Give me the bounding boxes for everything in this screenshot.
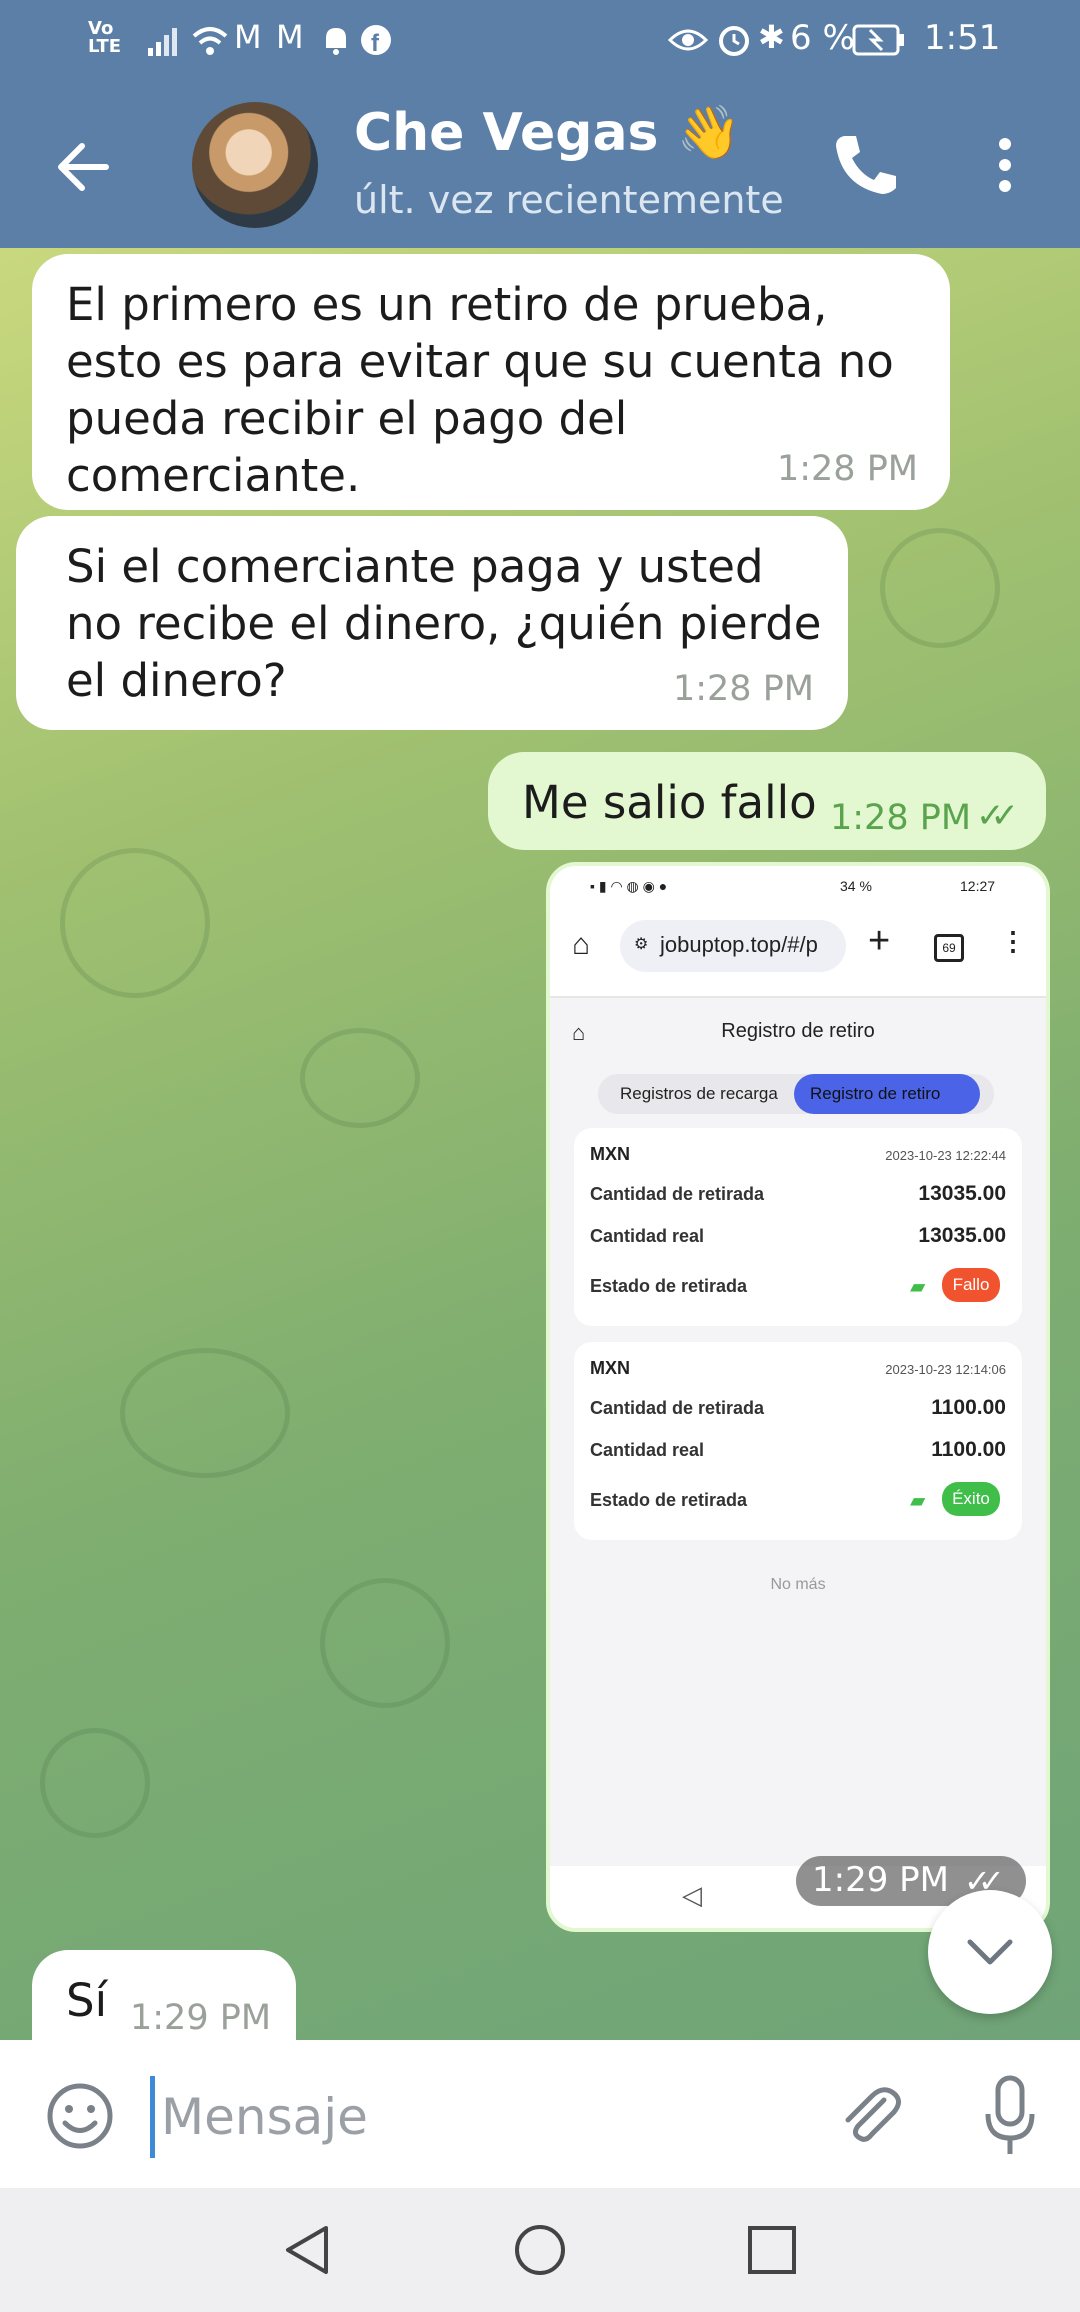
photo-status-bar: ▪ ▮ ◠ ◍ ◉ ● 34 % 12:27 [550, 866, 1046, 902]
record-real: 13035.00 [918, 1224, 1006, 1247]
record-amount-label: Cantidad de retirada [590, 1184, 765, 1204]
record-currency: MXN [590, 1358, 630, 1378]
tab-recharge: Registros de recarga [620, 1084, 778, 1103]
incoming-message[interactable]: Sí 1:29 PM [32, 1950, 296, 2040]
microphone-icon[interactable] [980, 2074, 1040, 2160]
paperclip-icon[interactable] [830, 2076, 910, 2156]
photo-clock: 12:27 [960, 878, 996, 894]
message-time: 1:28 PM [830, 798, 972, 838]
alarm-icon [719, 26, 749, 56]
status-bar: Vo LTE M M f ✱ 6 % 1:51 [0, 0, 1080, 80]
withdraw-record: MXN 2023-10-23 12:22:44 Cantidad de reti… [574, 1128, 1022, 1326]
record-amount-label: Cantidad de retirada [590, 1398, 765, 1418]
last-seen-status: últ. vez recientemente [354, 178, 784, 222]
more-vertical-icon[interactable] [990, 130, 1020, 200]
message-time: 1:29 PM [812, 1860, 949, 1900]
incoming-message[interactable]: Si el comerciante paga y usted no recibe… [16, 516, 848, 730]
bluetooth-icon: ✱ [758, 18, 785, 56]
nav-back-button[interactable] [280, 2222, 336, 2278]
doodle-pattern [300, 1028, 420, 1128]
chat-icon: ▰ [910, 1276, 926, 1298]
read-ticks-icon: ✓✓ [976, 796, 1019, 836]
contact-name: Che Vegas [354, 103, 659, 163]
withdraw-record: MXN 2023-10-23 12:14:06 Cantidad de reti… [574, 1342, 1022, 1540]
doodle-pattern [320, 1578, 450, 1708]
message-time: 1:28 PM [776, 449, 918, 489]
nav-back-icon: ◁ [682, 1880, 702, 1910]
site-settings-icon: ⚙ [634, 936, 649, 953]
record-real-label: Cantidad real [590, 1440, 705, 1460]
system-navigation-bar [0, 2188, 1080, 2312]
chevron-down-icon [967, 1939, 1013, 1965]
chat-title[interactable]: Che Vegas 👋 [354, 102, 741, 163]
message-time: 1:28 PM [672, 669, 814, 709]
message-time: 1:29 PM [130, 1998, 272, 2038]
menu-icon: ⋮ [1000, 926, 1026, 956]
list-end-text: No más [770, 1576, 826, 1593]
photo-browser-bar: ⌂ ⚙ jobuptop.top/#/p + 69 ⋮ [550, 902, 1046, 998]
record-state-label: Estado de retirada [590, 1276, 748, 1296]
record-amount: 1100.00 [931, 1396, 1006, 1419]
gmail-icon: M [276, 18, 304, 56]
status-badge-failed: Fallo [942, 1268, 1000, 1302]
facebook-icon: f [361, 25, 391, 56]
record-datetime: 2023-10-23 12:14:06 [885, 1362, 1006, 1377]
outgoing-message[interactable]: Me salio fallo 1:28 PM ✓✓ [488, 752, 1046, 850]
record-real-label: Cantidad real [590, 1226, 705, 1246]
tab-withdraw-active: Registro de retiro [794, 1074, 980, 1114]
photo-battery: 34 % [840, 878, 872, 894]
avatar[interactable] [192, 102, 318, 228]
chat-icon: ▰ [910, 1490, 926, 1512]
doodle-pattern [120, 1348, 290, 1478]
message-text: Me salio fallo [522, 776, 817, 829]
photo-url: jobuptop.top/#/p [660, 932, 818, 957]
emoji-icon[interactable] [44, 2080, 116, 2152]
status-badge-success: Éxito [942, 1482, 1000, 1516]
photo-status-icons: ▪ ▮ ◠ ◍ ◉ ● [590, 878, 668, 894]
new-tab-icon: + [868, 920, 891, 962]
message-text: Sí [66, 1974, 108, 2027]
photo-url-bar: ⚙ jobuptop.top/#/p [620, 920, 846, 972]
record-datetime: 2023-10-23 12:22:44 [885, 1148, 1006, 1163]
photo-message[interactable]: ▪ ▮ ◠ ◍ ◉ ● 34 % 12:27 ⌂ ⚙ jobuptop.top/… [546, 862, 1050, 1932]
gmail-icon: M [234, 18, 262, 56]
incoming-message[interactable]: El primero es un retiro de prueba, esto … [32, 254, 950, 510]
chat-header: Che Vegas 👋 últ. vez recientemente [0, 80, 1080, 248]
photo-tabs: Registros de recarga Registro de retiro [598, 1074, 994, 1114]
photo-page-header: ⌂ Registro de retiro [550, 998, 1046, 1068]
bell-icon [326, 28, 346, 55]
back-arrow-icon[interactable] [50, 132, 120, 202]
nav-home-button[interactable] [512, 2222, 568, 2278]
photo-page: ⌂ Registro de retiro Registros de recarg… [550, 998, 1046, 1928]
record-real: 1100.00 [931, 1438, 1006, 1461]
svg-text:f: f [371, 30, 380, 56]
record-currency: MXN [590, 1144, 630, 1164]
message-input-bar [0, 2040, 1080, 2188]
doodle-pattern [60, 848, 210, 998]
doodle-pattern [40, 1728, 150, 1838]
phone-icon[interactable] [830, 128, 902, 200]
photo-page-title: Registro de retiro [721, 1020, 875, 1042]
waving-hand-emoji: 👋 [676, 103, 742, 163]
battery-icon [852, 24, 904, 56]
record-state-label: Estado de retirada [590, 1490, 748, 1510]
scroll-down-button[interactable] [928, 1890, 1052, 2014]
home-icon: ⌂ [572, 928, 591, 961]
record-amount: 13035.00 [918, 1182, 1006, 1205]
eye-icon [668, 29, 708, 51]
network-type: Vo LTE [88, 18, 122, 57]
tabs-count: 69 [934, 934, 964, 962]
message-input[interactable] [150, 2076, 803, 2158]
nav-recents-button[interactable] [744, 2222, 800, 2278]
battery-percent: 6 % [790, 18, 855, 58]
doodle-pattern [880, 528, 1000, 648]
signal-icon [148, 28, 177, 56]
wifi-icon [192, 27, 228, 55]
clock: 1:51 [924, 18, 1001, 58]
tab-withdraw: Registro de retiro [810, 1084, 941, 1103]
